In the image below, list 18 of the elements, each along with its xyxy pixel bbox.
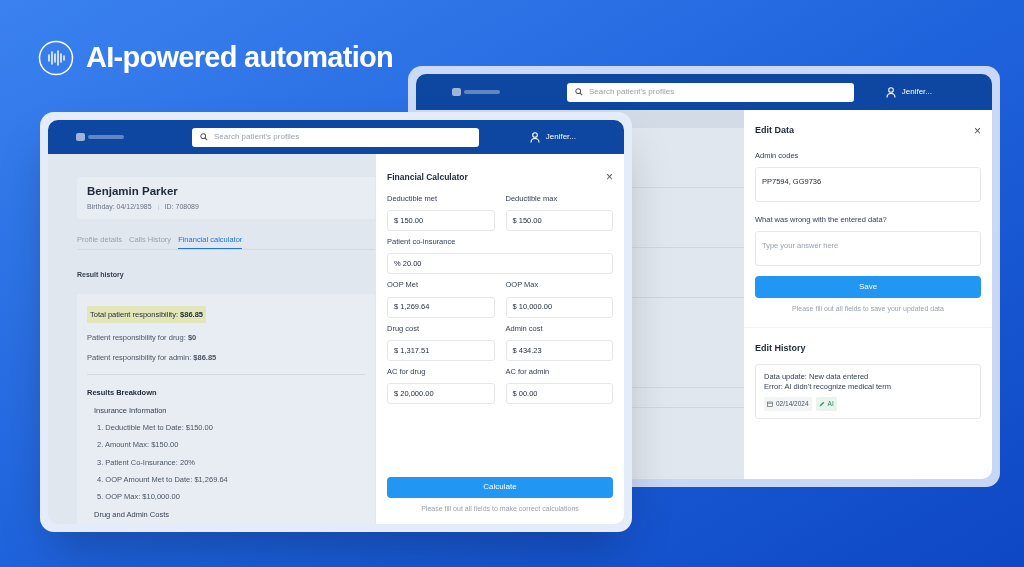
- close-button[interactable]: ×: [606, 171, 613, 184]
- search-icon: [200, 133, 208, 141]
- sound-wave-icon: [38, 39, 74, 76]
- logo-icon: [76, 132, 126, 142]
- close-button[interactable]: ×: [974, 124, 981, 137]
- user-name[interactable]: Jenifer...: [901, 86, 932, 98]
- calendar-icon: [767, 400, 773, 407]
- pencil-icon: [818, 400, 825, 407]
- user-icon: [885, 86, 896, 98]
- section-title: Edit History: [755, 341, 807, 355]
- user-name[interactable]: Jenifer...: [545, 131, 576, 143]
- panel-title: Edit Data: [755, 124, 794, 137]
- user-icon: [529, 131, 540, 143]
- patient-name: Benjamin Parker: [87, 184, 179, 199]
- logo-icon: [452, 87, 502, 97]
- headline: AI-powered automation: [86, 40, 393, 75]
- panel-title: Financial Calculator: [387, 171, 468, 184]
- search-icon: [575, 88, 583, 96]
